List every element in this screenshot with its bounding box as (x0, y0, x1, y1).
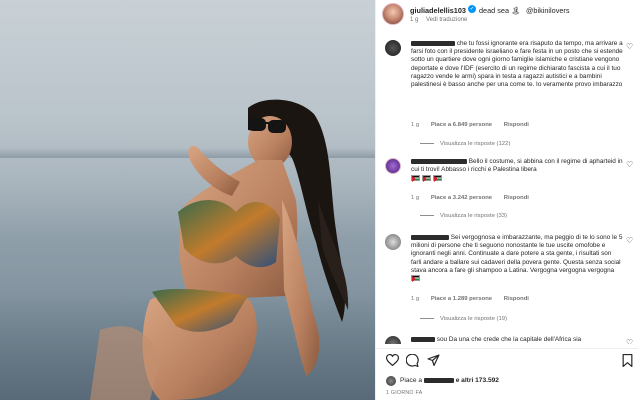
heart-outline-icon[interactable] (385, 353, 399, 367)
comments-list[interactable]: che tu fossi ignorante era risaputo da t… (376, 30, 638, 344)
view-replies-label: Visualizza le risposte (33) (440, 213, 508, 219)
view-replies-label: Visualizza le risposte (19) (440, 316, 508, 322)
comment-reply-button[interactable]: Rispondi (504, 195, 529, 201)
comment-time: 1 g (411, 195, 420, 201)
view-replies-button[interactable]: Visualizza le risposte (33) (420, 213, 507, 219)
palestine-flag-icon (411, 174, 420, 182)
comment-text-block: Sei vergognosa e imbarazzante, ma peggio… (411, 234, 623, 283)
redacted-username (411, 234, 449, 240)
comment-like-heart-icon[interactable]: ♡ (626, 338, 633, 344)
comment-reply-button[interactable]: Rispondi (504, 122, 529, 128)
redacted-username (411, 40, 455, 46)
comment-meta: 1 g Piace a 1.289 persone Rispondi (411, 296, 539, 302)
comment-likes-count[interactable]: Piace a 6.849 persone (431, 122, 492, 128)
post-photo[interactable] (0, 0, 375, 400)
comment-text-block: che tu fossi ignorante era risaputo da t… (411, 40, 623, 89)
palestine-flag-icon (433, 174, 442, 182)
post-location[interactable]: dead sea 🏝 (479, 6, 520, 15)
likes-summary: Piace a e altri 173.592 1 GIORNO FA (376, 374, 638, 400)
comment-likes-count[interactable]: Piace a 1.289 persone (431, 296, 492, 302)
comment-like-heart-icon[interactable]: ♡ (626, 236, 633, 245)
commenter-avatar[interactable] (385, 336, 401, 344)
likes-prefix: Piace a (400, 377, 422, 384)
comment-text-block: sou Da una che crede che la capitale del… (411, 336, 623, 344)
verified-badge-icon: ✓ (468, 5, 476, 13)
commenter-avatar[interactable] (385, 158, 401, 174)
post-action-bar (376, 348, 638, 370)
comment-bubble-icon[interactable] (405, 353, 419, 367)
post-side-panel: giuliadelellis103 ✓ dead sea 🏝 @bikinilo… (375, 0, 638, 400)
author-username[interactable]: giuliadelellis103 (410, 6, 466, 15)
comment-meta: 1 g Piace a 6.849 persone Rispondi (411, 122, 539, 128)
post-tagged-account[interactable]: @bikinilovers (526, 6, 570, 15)
post-time: 1 g (410, 17, 419, 23)
view-replies-label: Visualizza le risposte (122) (440, 141, 511, 147)
replies-divider (420, 214, 434, 216)
comment-text: Sei vergognosa e imbarazzante, ma peggio… (411, 234, 623, 274)
post-date: 1 GIORNO FA (386, 390, 423, 396)
comment-like-heart-icon[interactable]: ♡ (626, 160, 633, 169)
replies-divider (420, 317, 434, 319)
comment-text: che tu fossi ignorante era risaputo da t… (411, 40, 623, 89)
comment-text: sou Da una che crede che la capitale del… (436, 336, 582, 343)
commenter-avatar[interactable] (385, 234, 401, 250)
redacted-username (411, 158, 467, 164)
view-replies-button[interactable]: Visualizza le risposte (19) (420, 316, 507, 322)
redacted-liker (423, 377, 454, 383)
view-replies-button[interactable]: Visualizza le risposte (122) (420, 141, 510, 147)
bookmark-icon[interactable] (620, 353, 634, 367)
comment-text-block: Bello il costume, si abbina con il regim… (411, 158, 623, 183)
liker-avatar[interactable] (386, 376, 396, 386)
comment-likes-count[interactable]: Piace a 3.242 persone (431, 195, 492, 201)
replies-divider (420, 142, 434, 144)
likes-count[interactable]: e altri 173.592 (456, 377, 499, 384)
post-header: giuliadelellis103 ✓ dead sea 🏝 @bikinilo… (376, 0, 638, 29)
paper-plane-icon[interactable] (426, 353, 440, 367)
palestine-flag-icon (411, 275, 420, 283)
comment-time: 1 g (411, 122, 420, 128)
comment-reply-button[interactable]: Rispondi (504, 296, 529, 302)
photo-figure (90, 99, 349, 400)
post-subline: 1 g Vedi traduzione (410, 17, 473, 23)
comment-time: 1 g (411, 296, 420, 302)
comment-meta: 1 g Piace a 3.242 persone Rispondi (411, 195, 539, 201)
palestine-flag-icon (422, 174, 431, 182)
comment-like-heart-icon[interactable]: ♡ (626, 42, 633, 51)
see-translation-link[interactable]: Vedi traduzione (426, 17, 467, 23)
likes-text[interactable]: Piace a e altri 173.592 (400, 377, 499, 384)
redacted-username (411, 336, 435, 342)
author-avatar[interactable] (382, 3, 404, 25)
commenter-avatar[interactable] (385, 40, 401, 56)
